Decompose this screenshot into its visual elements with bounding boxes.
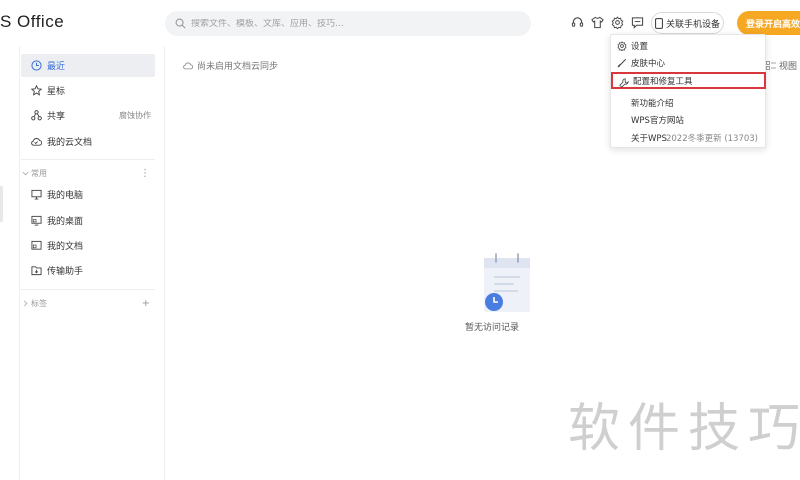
feedback-chat-icon[interactable] bbox=[630, 15, 644, 29]
list-view-icon bbox=[766, 61, 776, 70]
settings-gear-icon[interactable] bbox=[610, 15, 624, 29]
empty-state-text: 暂无访问记录 bbox=[465, 323, 520, 333]
brush-icon bbox=[616, 57, 627, 68]
strip-marker bbox=[0, 186, 3, 222]
sidebar-item-label: 我的电脑 bbox=[47, 191, 84, 201]
add-tag-icon[interactable]: + bbox=[142, 298, 150, 309]
tags-section-label: 标签 bbox=[31, 298, 47, 308]
sidebar-item-my-computer[interactable]: 我的电脑 bbox=[21, 183, 155, 206]
chevron-right-icon bbox=[22, 300, 31, 307]
sidebar-item-label: 我的云文档 bbox=[47, 138, 93, 148]
gear-icon bbox=[616, 40, 627, 51]
cloud-sync-icon bbox=[183, 62, 193, 70]
share-icon bbox=[30, 110, 42, 122]
menu-item-new-features[interactable]: 新功能介绍 bbox=[611, 94, 767, 111]
sidebar-item-starred[interactable]: 星标 bbox=[21, 79, 155, 102]
cloud-icon bbox=[30, 136, 42, 148]
menu-item-label: 关于WPS bbox=[631, 133, 667, 144]
sidebar-item-my-desktop[interactable]: 我的桌面 bbox=[21, 209, 155, 232]
sidebar-divider bbox=[21, 159, 155, 160]
watermark-text: 软件技巧 bbox=[568, 399, 800, 459]
tags-section-header[interactable]: 标签 + bbox=[21, 295, 155, 311]
sidebar-item-label: 最近 bbox=[47, 62, 66, 72]
left-edge-strip bbox=[0, 46, 4, 480]
documents-icon bbox=[30, 240, 42, 252]
menu-item-settings[interactable]: 设置 bbox=[611, 37, 767, 54]
search-input[interactable] bbox=[191, 18, 511, 29]
sidebar-item-cloud-docs[interactable]: 我的云文档 bbox=[21, 130, 155, 153]
menu-item-wps-website[interactable]: WPS官方网站 bbox=[611, 111, 767, 128]
star-icon bbox=[30, 85, 42, 97]
clock-icon bbox=[30, 60, 42, 72]
cloud-sync-notice[interactable]: 尚未启用文档云同步 bbox=[182, 59, 278, 72]
cloud-sync-text: 尚未启用文档云同步 bbox=[197, 62, 279, 72]
menu-item-label: 配置和修复工具 bbox=[633, 76, 693, 87]
menu-item-label: 设置 bbox=[631, 41, 649, 52]
app-logo: S Office bbox=[0, 12, 65, 31]
empty-state-illustration bbox=[478, 252, 530, 318]
menu-item-config-repair-tool[interactable]: 配置和修复工具 bbox=[611, 72, 766, 89]
sidebar: 最近 星标 共享 腐蚀协作 我的云文档 常用 ⋮ 我的电脑 我的桌面 我的文档 … bbox=[19, 46, 165, 480]
menu-item-label: WPS官方网站 bbox=[631, 115, 684, 126]
login-button[interactable]: 登录开启高效办 bbox=[737, 11, 800, 35]
sidebar-item-shared[interactable]: 共享 腐蚀协作 bbox=[21, 104, 155, 127]
version-text: 2022冬季更新 (13703) bbox=[665, 133, 758, 144]
common-section-label: 常用 bbox=[31, 168, 47, 178]
shared-collab-link[interactable]: 腐蚀协作 bbox=[119, 110, 151, 121]
transfer-icon bbox=[30, 265, 42, 277]
menu-item-about-wps[interactable]: 关于WPS 2022冬季更新 (13703) bbox=[611, 129, 767, 146]
wrench-icon bbox=[618, 77, 629, 88]
chevron-down-icon bbox=[22, 170, 31, 177]
computer-icon bbox=[30, 189, 42, 201]
sidebar-item-label: 我的文档 bbox=[47, 242, 84, 252]
menu-item-label: 新功能介绍 bbox=[631, 98, 674, 109]
menu-item-label: 皮肤中心 bbox=[631, 58, 666, 69]
sidebar-item-recent[interactable]: 最近 bbox=[21, 54, 155, 77]
desktop-icon bbox=[30, 215, 42, 227]
sidebar-divider bbox=[21, 289, 155, 290]
sidebar-item-my-documents[interactable]: 我的文档 bbox=[21, 234, 155, 257]
link-phone-button[interactable]: 关联手机设备 bbox=[651, 12, 724, 34]
wps-home-window: S Office 关联手机设备 登录开启高效办 bbox=[0, 0, 800, 480]
phone-icon bbox=[655, 17, 663, 29]
common-section-header[interactable]: 常用 ⋮ bbox=[21, 165, 155, 181]
sidebar-item-label: 我的桌面 bbox=[47, 217, 84, 227]
skin-shirt-icon[interactable] bbox=[590, 15, 604, 29]
view-toggle[interactable]: 视图 bbox=[766, 59, 797, 72]
menu-item-skin-center[interactable]: 皮肤中心 bbox=[611, 54, 767, 71]
more-options-icon[interactable]: ⋮ bbox=[140, 168, 150, 179]
sidebar-item-label: 星标 bbox=[47, 87, 66, 97]
headset-icon[interactable] bbox=[570, 15, 584, 29]
view-toggle-label: 视图 bbox=[779, 62, 798, 72]
sidebar-item-transfer-assistant[interactable]: 传输助手 bbox=[21, 259, 155, 282]
sidebar-item-label: 传输助手 bbox=[47, 267, 84, 277]
search-box[interactable] bbox=[165, 11, 531, 36]
settings-dropdown-menu: 设置 皮肤中心 配置和修复工具 新功能介绍 WPS官方网站 关于WPS 2022… bbox=[610, 34, 766, 148]
sidebar-item-label: 共享 bbox=[47, 112, 66, 122]
search-icon bbox=[175, 18, 186, 29]
link-phone-label: 关联手机设备 bbox=[665, 19, 720, 30]
